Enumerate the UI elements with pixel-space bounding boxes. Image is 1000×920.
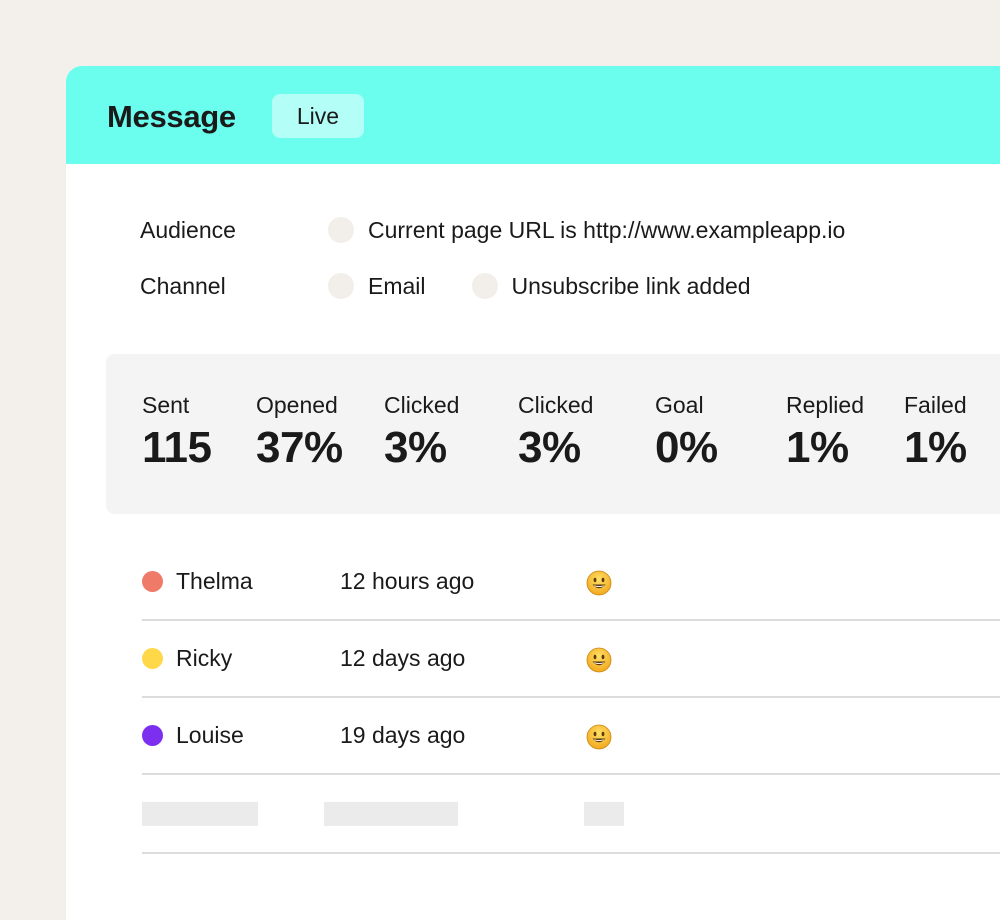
status-badge: Live — [272, 94, 364, 138]
stat-label: Clicked — [384, 392, 460, 418]
audience-rule[interactable]: Current page URL is http://www.exampleap… — [328, 217, 845, 244]
list-item[interactable]: Thelma 12 hours ago — [142, 544, 1000, 621]
recipient-time: 12 hours ago — [340, 568, 475, 594]
stat-clicked[interactable]: Clicked 3% — [384, 390, 459, 474]
avatar-dot — [142, 571, 163, 592]
recipient-time: 12 days ago — [340, 645, 466, 671]
stat-failed[interactable]: Failed 1% — [904, 390, 967, 474]
stat-value: 115 — [142, 423, 212, 472]
channel-label: Channel — [140, 272, 226, 299]
channel-row: Channel Email Unsubscribe link added — [140, 271, 797, 301]
stat-clicked-2[interactable]: Clicked 3% — [518, 390, 593, 474]
recipient-time: 19 days ago — [340, 722, 466, 748]
unsubscribe-text: Unsubscribe link added — [511, 272, 751, 299]
smiley-icon — [586, 647, 612, 673]
stat-label: Failed — [904, 392, 967, 418]
smiley-icon — [586, 724, 612, 750]
stat-value: 0% — [655, 423, 718, 472]
placeholder-time — [324, 802, 458, 826]
stat-label: Clicked — [518, 392, 594, 418]
placeholder-name — [142, 802, 258, 826]
unsubscribe-option[interactable]: Unsubscribe link added — [471, 272, 751, 300]
audience-radio[interactable] — [328, 217, 354, 243]
stat-value: 37% — [256, 423, 343, 472]
recipient-name: Thelma — [176, 568, 253, 594]
page-title: Message — [107, 99, 236, 134]
stats-panel: Sent 115 Opened 37% Clicked 3% Clicked 3… — [106, 354, 1000, 514]
recipient-list: Thelma 12 hours ago Ricky 12 days ago Lo… — [142, 544, 1000, 854]
audience-rule-text: Current page URL is http://www.exampleap… — [368, 216, 846, 243]
list-item[interactable]: Louise 19 days ago — [142, 698, 1000, 775]
stat-value: 3% — [384, 423, 447, 472]
unsubscribe-radio[interactable] — [471, 273, 498, 299]
loading-row — [142, 775, 1000, 854]
recipient-name: Louise — [176, 722, 244, 748]
stat-goal[interactable]: Goal 0% — [655, 390, 718, 474]
channel-email-text: Email — [368, 272, 426, 299]
stat-replied[interactable]: Replied 1% — [786, 390, 864, 474]
list-item[interactable]: Ricky 12 days ago — [142, 621, 1000, 698]
stat-value: 1% — [786, 423, 849, 472]
stat-label: Opened — [256, 392, 338, 418]
audience-row: Audience Current page URL is http://www.… — [140, 215, 891, 245]
stat-label: Sent — [142, 392, 190, 418]
channel-email-option[interactable]: Email — [328, 273, 426, 300]
placeholder-reaction — [584, 802, 624, 826]
stat-sent[interactable]: Sent 115 — [142, 390, 212, 474]
message-header: Message Live — [66, 66, 1000, 164]
avatar-dot — [142, 648, 163, 669]
stat-opened[interactable]: Opened 37% — [256, 390, 343, 474]
stat-value: 3% — [518, 423, 581, 472]
avatar-dot — [142, 725, 163, 746]
stat-label: Replied — [786, 392, 864, 418]
stat-label: Goal — [655, 392, 704, 418]
stat-value: 1% — [904, 423, 967, 472]
smiley-icon — [586, 570, 612, 596]
audience-label: Audience — [140, 216, 236, 243]
message-card: Message Live Audience Current page URL i… — [66, 66, 1000, 920]
recipient-name: Ricky — [176, 645, 233, 671]
channel-email-radio[interactable] — [328, 273, 354, 299]
